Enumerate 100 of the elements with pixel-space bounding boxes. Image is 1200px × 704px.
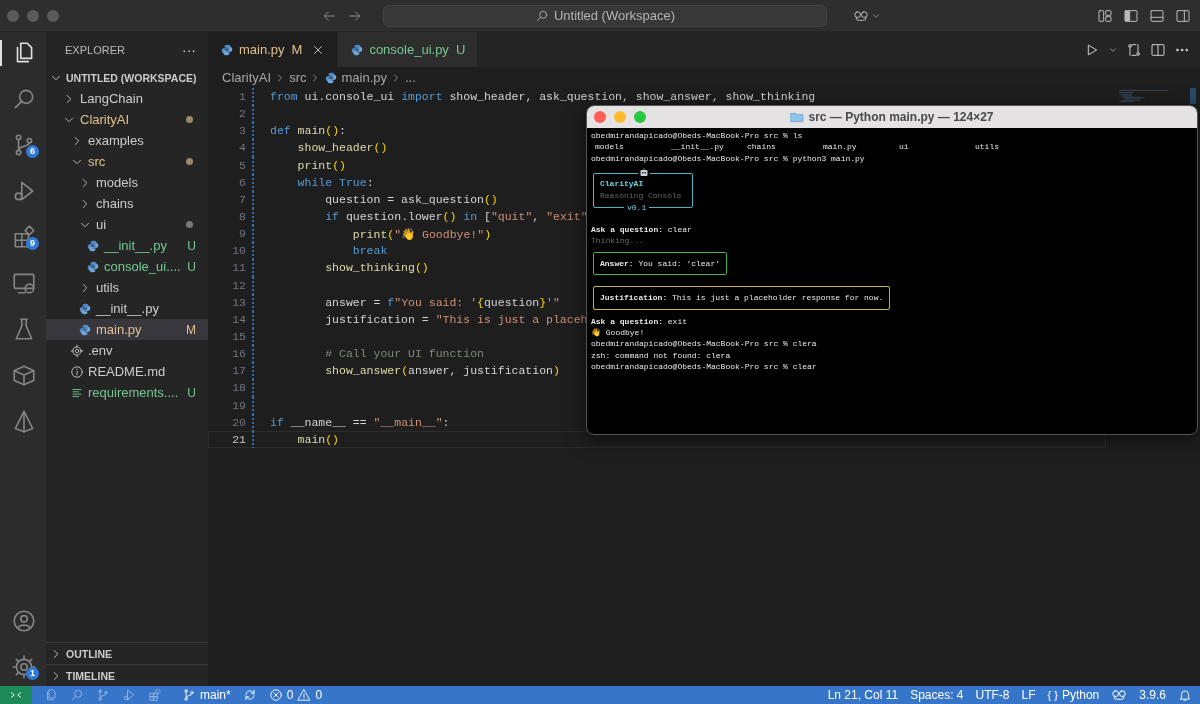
info-icon [70,364,84,379]
terminal-line: Thinking... [591,235,644,247]
tree-item[interactable]: models [46,172,208,193]
listing-entry: models [595,141,625,153]
close-button[interactable] [7,9,19,22]
terminal-line: obedmirandapicado@Obeds-MacBook-Pro src % clear [591,361,817,373]
line-number: 15 [231,330,246,344]
line-number: 18 [231,381,246,395]
more-actions-button[interactable]: ··· [182,41,196,58]
code-line: while True: [296,175,374,189]
panel-toggle-icon[interactable] [1149,7,1165,24]
breadcrumb-item[interactable]: ClarityAI [222,70,272,85]
layout-icon[interactable] [1097,7,1113,24]
tree-item[interactable]: utils [46,277,208,298]
python-icon [78,301,92,316]
python-version[interactable]: 3.9.6 [1139,688,1166,702]
count-badge: 9 [26,237,39,250]
python-icon [78,322,92,337]
problems-status[interactable]: 0 0 [268,688,323,702]
cursor-position[interactable]: Ln 21, Col 11 [827,688,899,702]
code-line: answer = f"You said: '{question}'" [324,295,560,309]
window-title: src — Python main.py — 124×27 [808,110,994,124]
compare-changes-icon[interactable] [1126,41,1142,58]
status-dot [186,116,193,123]
folder-icon [790,110,805,124]
code-line: show_thinking() [324,261,429,275]
code-line: break [351,244,388,258]
notifications-icon[interactable] [1178,688,1192,702]
branch-icon [182,688,196,702]
editor-tab[interactable]: console_ui.py U [338,32,479,67]
tree-item[interactable]: __init__.py U [46,235,208,256]
tree-item[interactable]: .env [46,340,208,361]
breadcrumb-item[interactable]: src [289,70,307,85]
split-editor-icon[interactable] [1150,41,1166,58]
tree-item[interactable]: __init__.py [46,298,208,319]
line-number: 2 [238,107,246,121]
tree-item[interactable]: main.py M [46,319,208,340]
breadcrumb-item[interactable]: main.py [341,70,387,85]
line-ending-status[interactable]: LF [1021,688,1036,702]
tree-item[interactable]: requirements.... U [46,382,208,403]
tree-item[interactable]: ClarityAI [46,109,208,130]
terminal-line: Ask a question: exit [591,315,688,328]
code-line: # Call your UI function [324,347,484,361]
tree-item[interactable]: src [46,151,208,172]
section-header[interactable]: OUTLINE [46,642,208,664]
terminal-line: Ask a question: clear [591,224,692,236]
code-line: show_answer(answer, justification) [324,364,560,378]
listing-entry: __init__.py [671,141,725,153]
tree-item[interactable]: chains [46,193,208,214]
close-button[interactable] [594,111,606,123]
code-line: def main(): [270,124,346,138]
listing-entry: ui [899,141,910,153]
python-icon [86,238,100,253]
line-number: 3 [238,124,246,138]
code-line: if __name__ == "__main__": [270,415,450,429]
line-number: 14 [231,312,246,326]
code-line: justification = "This is just a placeh [324,312,588,326]
sync-icon[interactable] [242,688,257,702]
terminal-line: obedmirandapicado@Obeds-MacBook-Pro src % clera [591,338,817,350]
secondary-sidebar-icon[interactable] [1175,7,1191,24]
python-icon [324,70,339,85]
copilot-icon[interactable] [1111,687,1128,703]
code-line: show_header() [296,141,388,155]
maximize-button[interactable] [47,9,59,22]
tree-item[interactable]: examples [46,130,208,151]
python-icon [220,42,234,57]
tree-item[interactable]: LangChain [46,88,208,109]
code-line: if question.lower() in ["quit", "exit" [324,210,588,224]
gear-icon [70,343,84,358]
run-debug-icon[interactable] [122,688,136,702]
line-number: 5 [238,158,246,172]
encoding-status[interactable]: UTF-8 [975,688,1010,702]
tree-item[interactable]: console_ui.... U [46,256,208,277]
line-number: 9 [238,227,246,241]
listing-entry: utils [975,141,1000,153]
panel-text: Justification: This is just a placeholder response for now. [600,293,884,303]
settings-icon[interactable] [11,654,37,680]
sidebar-toggle-icon[interactable] [1123,7,1139,24]
tree-item[interactable]: README.md [46,361,208,382]
code-line: print("👋 Goodbye!") [351,226,492,241]
python-icon [350,42,365,57]
branch-status[interactable]: main* [182,688,231,702]
indentation-status[interactable]: Spaces: 4 [910,688,964,702]
status-dot [186,221,193,228]
warning-icon [297,688,312,702]
line-number: 1 [238,90,246,104]
account-icon[interactable] [11,608,37,634]
language-mode[interactable]: { } Python [1047,688,1100,702]
line-number: 11 [231,261,246,275]
tree-item[interactable]: ui [46,214,208,235]
line-number: 19 [231,398,246,412]
minimize-button[interactable] [27,9,39,22]
editor-tab[interactable]: main.py M [208,32,339,67]
workspace-header[interactable]: UNTITLED (WORKSPACE) [46,67,208,88]
scrollbar[interactable] [1190,88,1196,104]
terminal-line: obedmirandapicado@Obeds-MacBook-Pro src % python3 main.py [591,152,865,165]
command-center-search[interactable]: Untitled (Workspace) [383,4,827,27]
line-number: 7 [238,192,246,206]
breadcrumb-item[interactable]: ... [405,70,416,85]
listing-entry: chains [747,141,777,153]
